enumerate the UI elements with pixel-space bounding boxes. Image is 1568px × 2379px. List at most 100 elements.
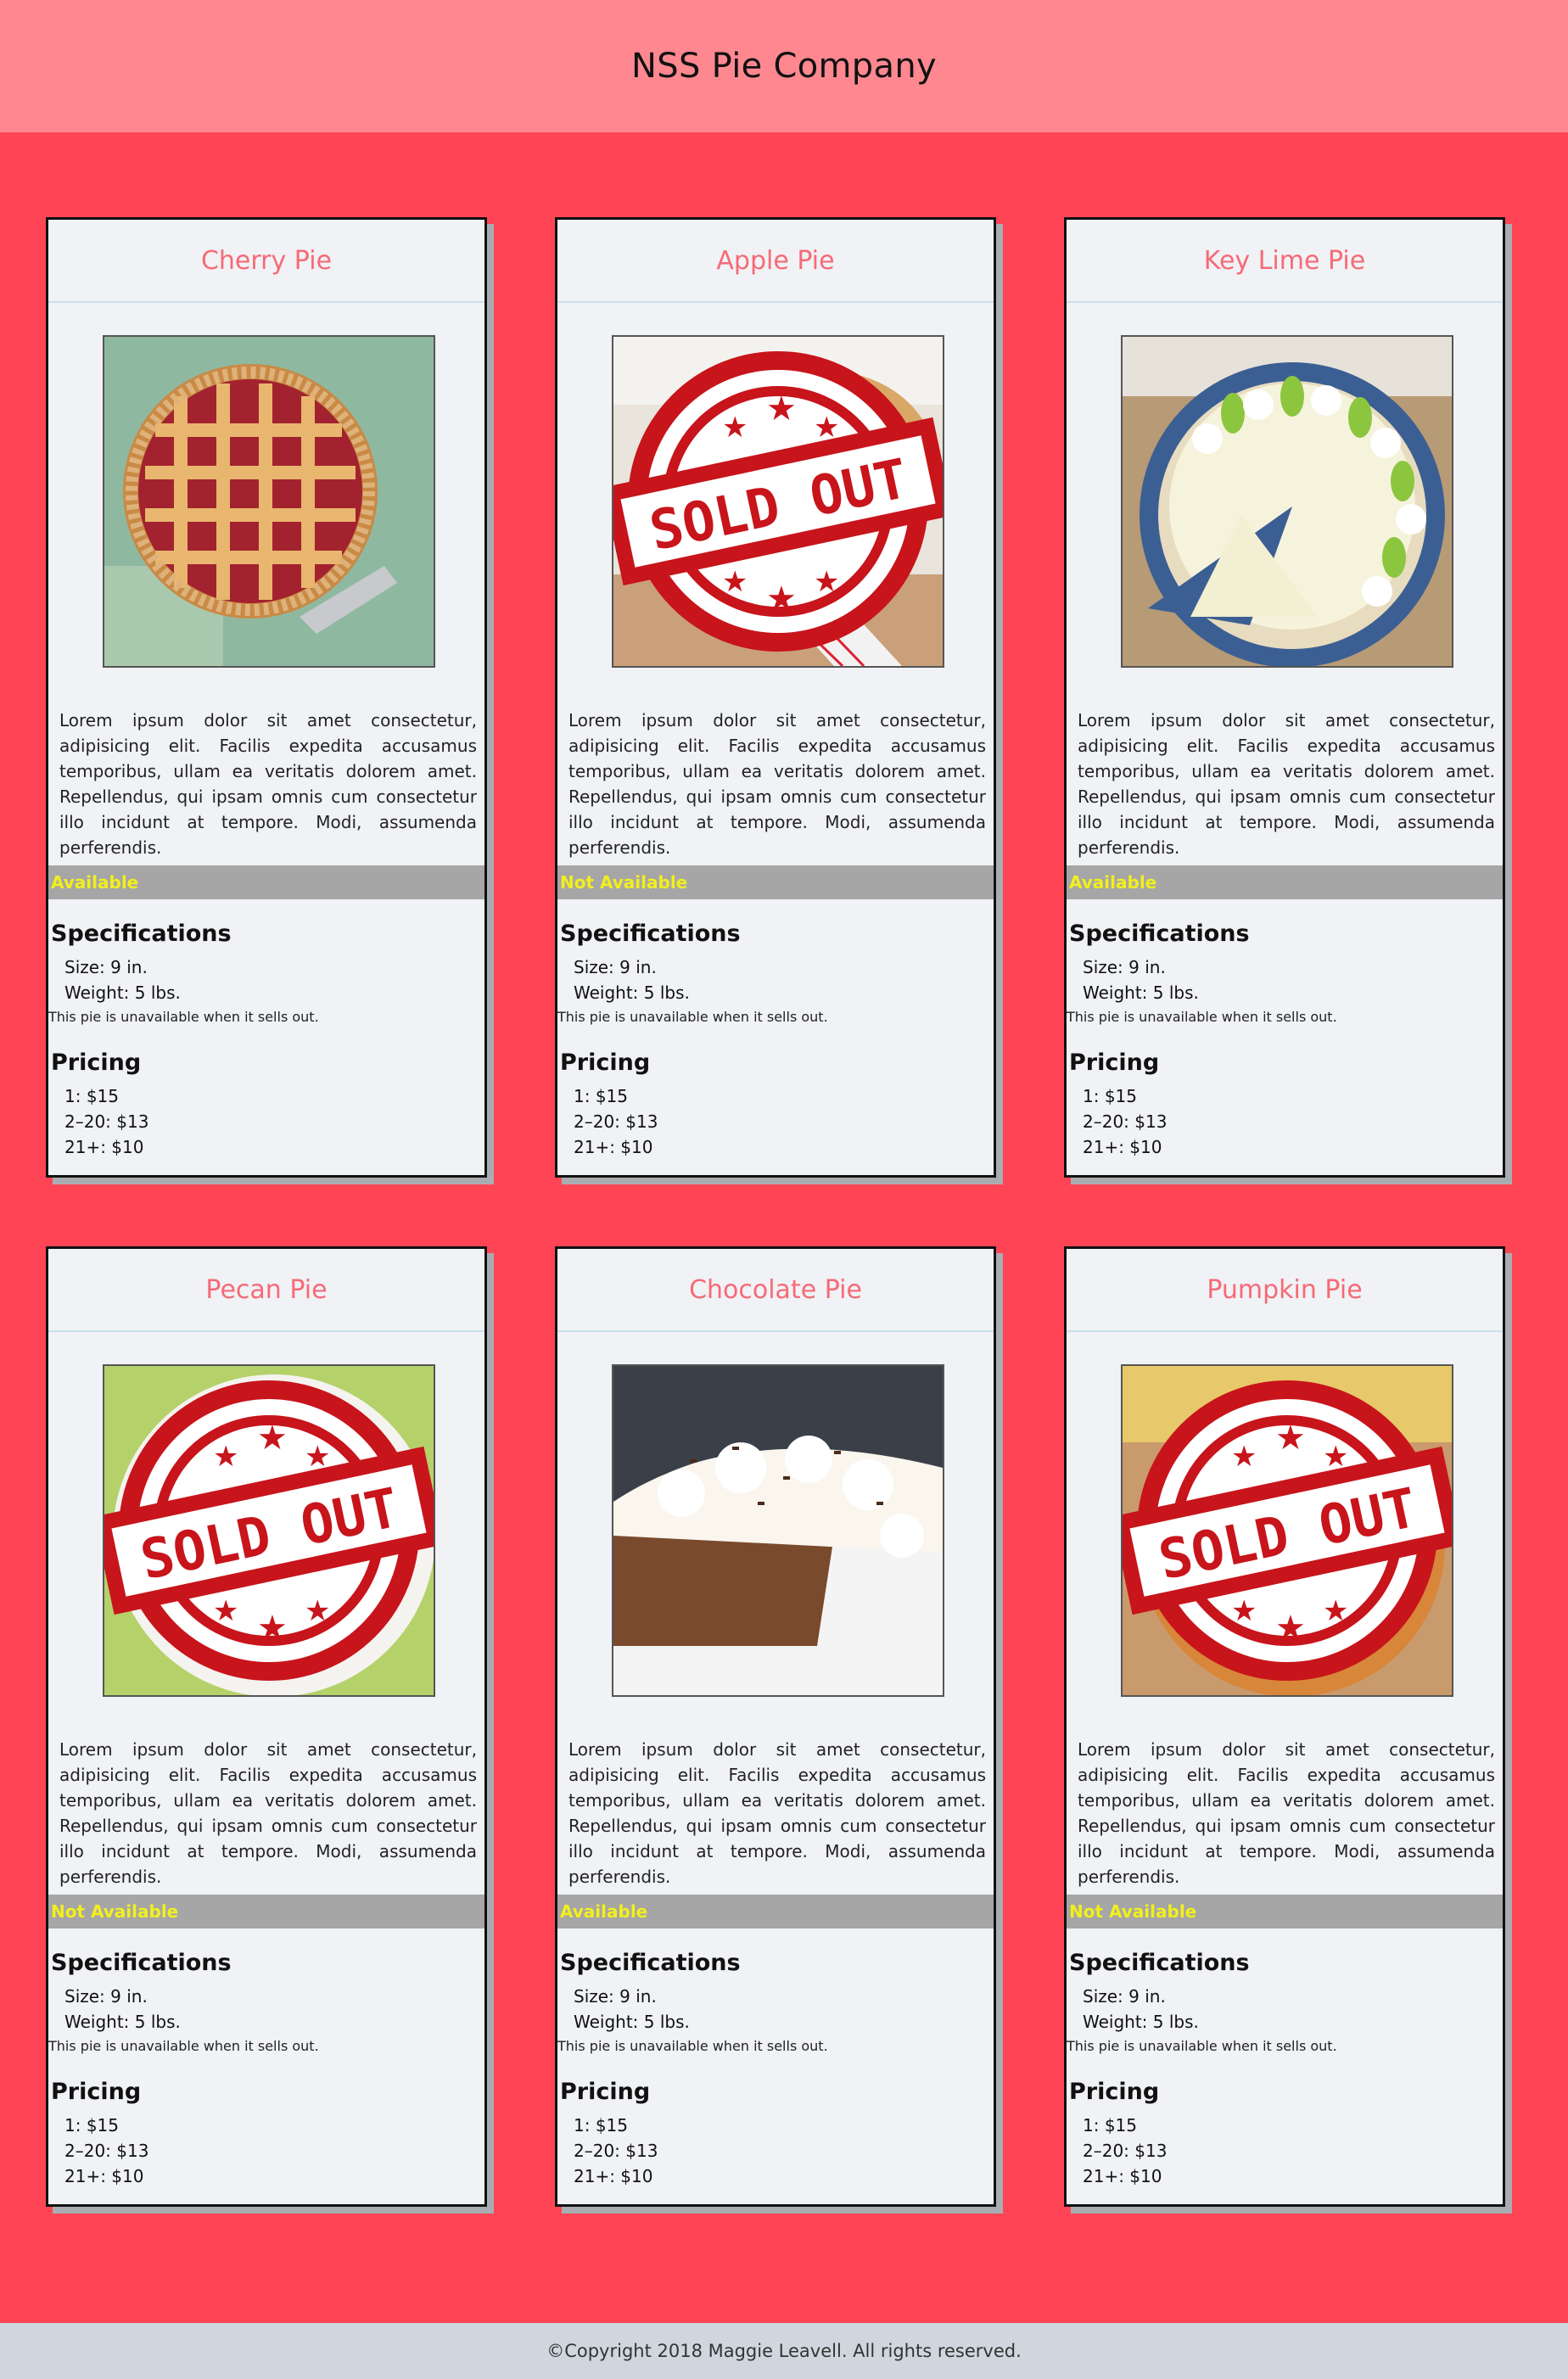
specifications-list: Size: 9 in. Weight: 5 lbs. bbox=[574, 954, 690, 1005]
spec-weight: Weight: 5 lbs. bbox=[1083, 982, 1199, 1003]
specifications-list: Size: 9 in. Weight: 5 lbs. bbox=[64, 1984, 181, 2035]
svg-text:★: ★ bbox=[213, 1594, 238, 1628]
pie-card-pumpkin: Pumpkin Pie ★ ★ ★ ★ ★ ★ SOLD OUT Lorem i… bbox=[1064, 1246, 1505, 2207]
spec-size: Size: 9 in. bbox=[574, 957, 657, 977]
spec-weight: Weight: 5 lbs. bbox=[574, 982, 690, 1003]
price-tier-2: 2–20: $13 bbox=[574, 2141, 658, 2161]
pricing-list: 1: $15 2–20: $13 21+: $10 bbox=[64, 1083, 148, 1160]
pie-title: Apple Pie bbox=[557, 220, 994, 303]
availability-status: Available bbox=[1067, 865, 1503, 899]
specifications-heading: Specifications bbox=[51, 921, 232, 947]
svg-text:★: ★ bbox=[1231, 1440, 1257, 1474]
price-tier-1: 1: $15 bbox=[1083, 2115, 1137, 2136]
price-tier-2: 2–20: $13 bbox=[64, 1111, 149, 1132]
availability-note: This pie is unavailable when it sells ou… bbox=[48, 2038, 319, 2054]
pie-image-apple: ★ ★ ★ ★ ★ ★ SOLD OUT bbox=[612, 335, 944, 668]
pricing-heading: Pricing bbox=[51, 1050, 142, 1076]
availability-note: This pie is unavailable when it sells ou… bbox=[557, 1009, 828, 1025]
price-tier-3: 21+: $10 bbox=[1083, 1137, 1162, 1157]
price-tier-3: 21+: $10 bbox=[574, 2166, 653, 2186]
specifications-heading: Specifications bbox=[560, 921, 741, 947]
specifications-heading: Specifications bbox=[1069, 921, 1250, 947]
availability-note: This pie is unavailable when it sells ou… bbox=[1067, 2038, 1337, 2054]
availability-note: This pie is unavailable when it sells ou… bbox=[557, 2038, 828, 2054]
spec-size: Size: 9 in. bbox=[1083, 1986, 1166, 2007]
spec-weight: Weight: 5 lbs. bbox=[64, 2012, 181, 2032]
pie-card-apple: Apple Pie ★ ★ ★ ★ ★ ★ SOLD OUT Lorem ips… bbox=[555, 217, 996, 1178]
spec-weight: Weight: 5 lbs. bbox=[574, 2012, 690, 2032]
pie-description: Lorem ipsum dolor sit amet consectetur, … bbox=[568, 710, 986, 858]
availability-status: Not Available bbox=[48, 1895, 484, 1928]
price-tier-3: 21+: $10 bbox=[574, 1137, 653, 1157]
availability-note: This pie is unavailable when it sells ou… bbox=[48, 1009, 319, 1025]
specifications-list: Size: 9 in. Weight: 5 lbs. bbox=[64, 954, 181, 1005]
pie-card-cherry: Cherry Pie Lorem ipsum dolor sit amet co… bbox=[46, 217, 487, 1178]
pricing-list: 1: $15 2–20: $13 21+: $10 bbox=[1083, 1083, 1167, 1160]
svg-text:★: ★ bbox=[1275, 1419, 1306, 1458]
availability-status: Available bbox=[557, 1895, 994, 1928]
svg-text:★: ★ bbox=[1231, 1594, 1257, 1628]
svg-text:★: ★ bbox=[1323, 1594, 1348, 1628]
pricing-list: 1: $15 2–20: $13 21+: $10 bbox=[1083, 2113, 1167, 2189]
svg-text:★: ★ bbox=[766, 389, 797, 428]
pie-image-key-lime bbox=[1121, 335, 1453, 668]
pricing-list: 1: $15 2–20: $13 21+: $10 bbox=[574, 1083, 658, 1160]
pricing-heading: Pricing bbox=[1069, 2079, 1160, 2105]
specifications-list: Size: 9 in. Weight: 5 lbs. bbox=[1083, 1984, 1199, 2035]
pie-title: Key Lime Pie bbox=[1067, 220, 1503, 303]
pie-title: Pecan Pie bbox=[48, 1249, 484, 1332]
pie-description: Lorem ipsum dolor sit amet consectetur, … bbox=[1078, 1739, 1495, 1887]
spec-size: Size: 9 in. bbox=[1083, 957, 1166, 977]
price-tier-3: 21+: $10 bbox=[64, 1137, 144, 1157]
pie-card-pecan: Pecan Pie ★ ★ ★ ★ ★ ★ SOLD OUT Lorem ips… bbox=[46, 1246, 487, 2207]
price-tier-2: 2–20: $13 bbox=[574, 1111, 658, 1132]
site-header: NSS Pie Company bbox=[0, 0, 1568, 132]
svg-text:★: ★ bbox=[305, 1594, 330, 1628]
pie-description: Lorem ipsum dolor sit amet consectetur, … bbox=[1078, 710, 1495, 858]
svg-text:★: ★ bbox=[213, 1440, 238, 1474]
pie-description: Lorem ipsum dolor sit amet consectetur, … bbox=[59, 1739, 477, 1887]
specifications-heading: Specifications bbox=[1069, 1950, 1250, 1976]
pricing-list: 1: $15 2–20: $13 21+: $10 bbox=[574, 2113, 658, 2189]
price-tier-2: 2–20: $13 bbox=[1083, 2141, 1168, 2161]
svg-text:★: ★ bbox=[814, 565, 839, 599]
spec-weight: Weight: 5 lbs. bbox=[1083, 2012, 1199, 2032]
spec-size: Size: 9 in. bbox=[64, 957, 148, 977]
pie-title: Cherry Pie bbox=[48, 220, 484, 303]
availability-status: Not Available bbox=[557, 865, 994, 899]
pricing-heading: Pricing bbox=[560, 1050, 651, 1076]
spec-weight: Weight: 5 lbs. bbox=[64, 982, 181, 1003]
pie-image-pecan: ★ ★ ★ ★ ★ ★ SOLD OUT bbox=[103, 1364, 435, 1697]
spec-size: Size: 9 in. bbox=[64, 1986, 148, 2007]
pie-image-pumpkin: ★ ★ ★ ★ ★ ★ SOLD OUT bbox=[1121, 1364, 1453, 1697]
specifications-list: Size: 9 in. Weight: 5 lbs. bbox=[1083, 954, 1199, 1005]
site-footer: ©Copyright 2018 Maggie Leavell. All righ… bbox=[0, 2323, 1568, 2379]
pricing-heading: Pricing bbox=[1069, 1050, 1160, 1076]
pie-card-chocolate: Chocolate Pie Lorem ipsum dolor sit amet… bbox=[555, 1246, 996, 2207]
availability-status: Not Available bbox=[1067, 1895, 1503, 1928]
availability-note: This pie is unavailable when it sells ou… bbox=[1067, 1009, 1337, 1025]
availability-status: Available bbox=[48, 865, 484, 899]
price-tier-1: 1: $15 bbox=[1083, 1086, 1137, 1106]
price-tier-3: 21+: $10 bbox=[64, 2166, 144, 2186]
svg-text:★: ★ bbox=[257, 1419, 288, 1458]
spec-size: Size: 9 in. bbox=[574, 1986, 657, 2007]
pie-card-key-lime: Key Lime Pie Lorem ipsum dolor sit amet … bbox=[1064, 217, 1505, 1178]
pie-image-chocolate bbox=[612, 1364, 944, 1697]
svg-text:★: ★ bbox=[722, 565, 748, 599]
specifications-heading: Specifications bbox=[51, 1950, 232, 1976]
pricing-list: 1: $15 2–20: $13 21+: $10 bbox=[64, 2113, 148, 2189]
price-tier-2: 2–20: $13 bbox=[1083, 1111, 1168, 1132]
svg-text:★: ★ bbox=[1275, 1609, 1306, 1648]
pricing-heading: Pricing bbox=[560, 2079, 651, 2105]
pie-description: Lorem ipsum dolor sit amet consectetur, … bbox=[568, 1739, 986, 1887]
pie-title: Chocolate Pie bbox=[557, 1249, 994, 1332]
pie-image-cherry bbox=[103, 335, 435, 668]
price-tier-1: 1: $15 bbox=[574, 1086, 628, 1106]
specifications-heading: Specifications bbox=[560, 1950, 741, 1976]
price-tier-1: 1: $15 bbox=[64, 1086, 119, 1106]
site-title: NSS Pie Company bbox=[631, 47, 937, 86]
price-tier-1: 1: $15 bbox=[574, 2115, 628, 2136]
svg-text:★: ★ bbox=[257, 1609, 288, 1648]
pie-description: Lorem ipsum dolor sit amet consectetur, … bbox=[59, 710, 477, 858]
